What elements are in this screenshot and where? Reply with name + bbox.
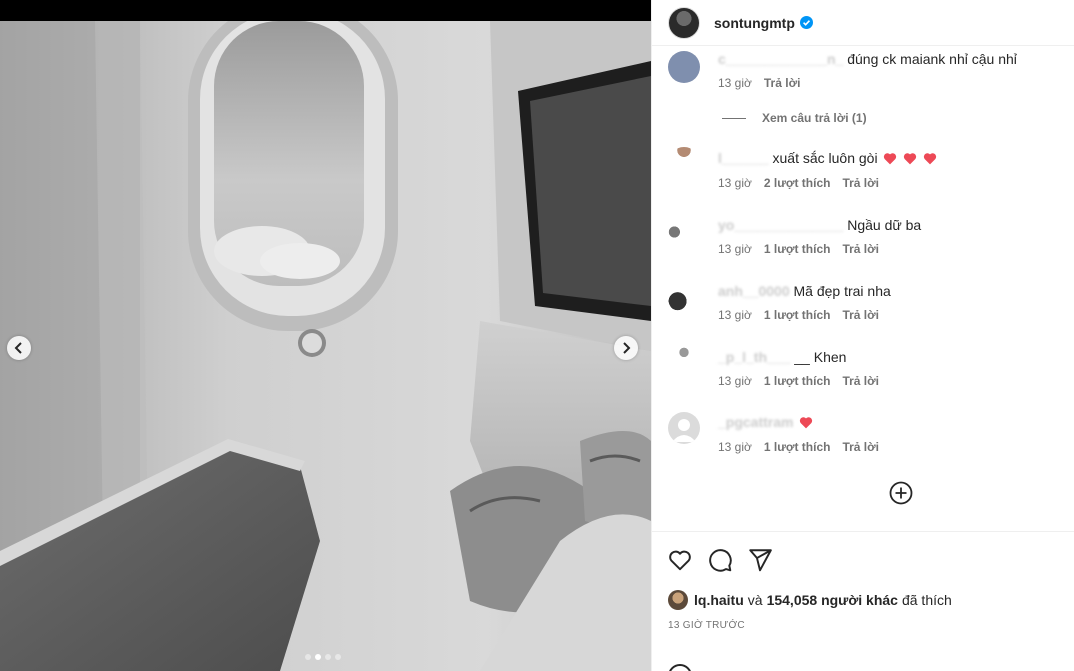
heart-emoji-icon	[800, 417, 813, 429]
comment-bubble-icon[interactable]	[707, 547, 733, 573]
comment-body: yo______________ Ngầu dữ ba	[718, 217, 921, 233]
liker-username[interactable]: lq.haitu	[694, 592, 744, 608]
comment-time: 13 giờ	[718, 440, 752, 454]
previous-image-button[interactable]	[7, 336, 31, 360]
commenter-username[interactable]: anh__0000	[718, 283, 790, 299]
commenter-username[interactable]: c_____________n_	[718, 51, 843, 67]
comment-meta: 13 giờ 1 lượt thích Trả lời	[718, 242, 879, 256]
comment-text: đúng ck maiank nhỉ cậu nhỉ	[847, 51, 1017, 67]
likes-summary: lq.haitu và 154,058 người khác đã thích	[668, 590, 952, 610]
carousel-dot	[335, 654, 341, 660]
post-side-panel: sontungmtp c_____________n_ đúng ck maia…	[651, 0, 1074, 671]
heart-emoji-icon	[904, 153, 917, 165]
post-header: sontungmtp	[652, 0, 1074, 46]
commenter-avatar[interactable]	[668, 51, 700, 83]
heart-emoji-icon	[924, 153, 937, 165]
comment-time: 13 giờ	[718, 308, 752, 322]
reply-button[interactable]: Trả lời	[842, 242, 879, 256]
commenter-username[interactable]: yo______________	[718, 217, 843, 233]
comment-meta: 13 giờ 2 lượt thích Trả lời	[718, 176, 879, 190]
comments-list: c_____________n_ đúng ck maiank nhỉ cậu …	[652, 47, 1074, 531]
comment-time: 13 giờ	[718, 176, 752, 190]
comment-time: 13 giờ	[718, 374, 752, 388]
view-replies-button[interactable]: Xem câu trả lời (1)	[722, 111, 867, 125]
comment-text: Ngầu dữ ba	[847, 217, 922, 233]
post-timestamp[interactable]: 13 GIỜ TRƯỚC	[668, 620, 745, 631]
airplane-seat-photo	[0, 21, 651, 671]
likes-and-text: và	[747, 592, 763, 608]
replies-divider	[722, 117, 746, 119]
commenter-avatar[interactable]	[668, 282, 700, 314]
comment-body: anh__0000 Mã đẹp trai nha	[718, 283, 891, 299]
comment-body: _pgcattram	[718, 414, 813, 430]
liker-avatar[interactable]	[668, 590, 688, 610]
reply-button[interactable]: Trả lời	[764, 76, 801, 90]
author-username[interactable]: sontungmtp	[714, 15, 795, 31]
comment-meta: 13 giờ Trả lời	[718, 76, 800, 90]
view-replies-label: Xem câu trả lời (1)	[762, 111, 867, 125]
comment-body: l______ xuất sắc luôn gòi	[718, 150, 937, 166]
reply-button[interactable]: Trả lời	[842, 440, 879, 454]
commenter-avatar[interactable]	[668, 412, 700, 444]
comment-likes[interactable]: 2 lượt thích	[764, 176, 831, 190]
carousel-dot	[325, 654, 331, 660]
post-photo	[0, 21, 651, 671]
comment-meta: 13 giờ 1 lượt thích Trả lời	[718, 374, 879, 388]
likes-count[interactable]: 154,058 người khác	[767, 592, 898, 608]
comment-text: xuất sắc luôn gòi	[772, 150, 878, 166]
heart-emoji-icon	[884, 153, 897, 165]
comment-likes[interactable]: 1 lượt thích	[764, 374, 831, 388]
commenter-username[interactable]: _p_l_th___	[718, 349, 790, 365]
post-media	[0, 0, 651, 671]
comment-meta: 13 giờ 1 lượt thích Trả lời	[718, 308, 879, 322]
comment-meta: 13 giờ 1 lượt thích Trả lời	[718, 440, 879, 454]
comment-time: 13 giờ	[718, 76, 752, 90]
comment-likes[interactable]: 1 lượt thích	[764, 440, 831, 454]
likes-suffix: đã thích	[901, 592, 952, 608]
load-more-comments-icon[interactable]	[889, 481, 913, 505]
post-actions: lq.haitu và 154,058 người khác đã thích …	[652, 531, 1074, 671]
commenter-avatar[interactable]	[668, 346, 700, 378]
share-send-icon[interactable]	[747, 547, 773, 573]
like-heart-icon[interactable]	[667, 547, 693, 573]
reply-button[interactable]: Trả lời	[842, 374, 879, 388]
commenter-username[interactable]: _pgcattram	[718, 414, 793, 430]
reply-button[interactable]: Trả lời	[842, 176, 879, 190]
comment-time: 13 giờ	[718, 242, 752, 256]
carousel-dot-active	[315, 654, 321, 660]
commenter-username[interactable]: l______	[718, 150, 769, 166]
comment-text: __ Khen	[794, 349, 847, 365]
commenter-avatar[interactable]	[668, 147, 700, 179]
commenter-avatar[interactable]	[668, 216, 700, 248]
carousel-indicator	[305, 654, 341, 660]
reply-button[interactable]: Trả lời	[842, 308, 879, 322]
emoji-icon[interactable]	[668, 664, 692, 671]
comment-body: _p_l_th___ __ Khen	[718, 349, 846, 365]
carousel-dot	[305, 654, 311, 660]
comment-text: Mã đẹp trai nha	[793, 283, 891, 299]
chevron-right-icon	[623, 342, 631, 354]
comment-likes[interactable]: 1 lượt thích	[764, 308, 831, 322]
comment-body: c_____________n_ đúng ck maiank nhỉ cậu …	[718, 51, 1017, 67]
default-avatar-icon	[672, 419, 696, 442]
author-avatar[interactable]	[668, 6, 700, 39]
comment-likes[interactable]: 1 lượt thích	[764, 242, 831, 256]
next-image-button[interactable]	[614, 336, 638, 360]
verified-badge-icon	[799, 16, 813, 29]
chevron-left-icon	[14, 342, 22, 354]
